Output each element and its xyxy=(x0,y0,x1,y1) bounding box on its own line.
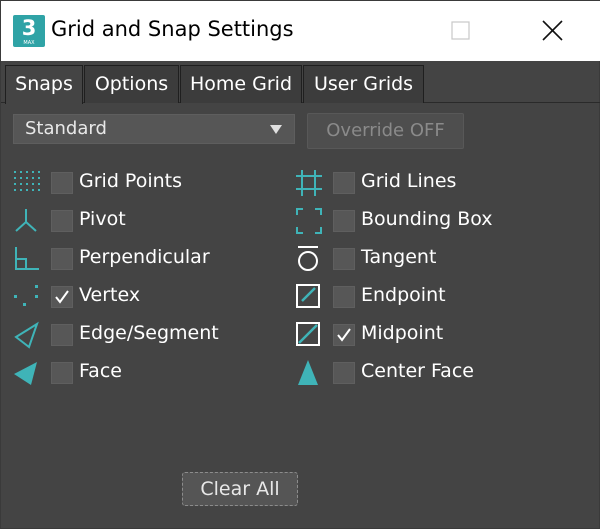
edge-segment-checkbox[interactable] xyxy=(51,324,73,346)
checkmark-icon xyxy=(55,290,69,304)
bounding-box-checkbox[interactable] xyxy=(333,210,355,232)
grid-lines-icon xyxy=(296,170,322,196)
tab-user-grids[interactable]: User Grids xyxy=(303,65,424,103)
tab-bar: Snaps Options Home Grid User Grids xyxy=(1,63,600,104)
snap-row-grid-lines[interactable]: Grid Lines xyxy=(295,169,535,201)
tab-snaps[interactable]: Snaps xyxy=(5,65,83,104)
perpendicular-icon xyxy=(15,247,39,270)
grid-lines-label: Grid Lines xyxy=(361,170,457,192)
grid-points-label: Grid Points xyxy=(79,170,182,192)
snap-row-bounding-box[interactable]: Bounding Box xyxy=(295,207,535,239)
snap-row-grid-points[interactable]: Grid Points xyxy=(13,169,273,201)
snap-row-vertex[interactable]: Vertex xyxy=(13,283,273,315)
grid-points-checkbox[interactable] xyxy=(51,172,73,194)
face-icon xyxy=(14,362,37,385)
snap-row-center-face[interactable]: Center Face xyxy=(295,359,535,391)
vertex-label: Vertex xyxy=(79,284,141,306)
center-face-checkbox[interactable] xyxy=(333,362,355,384)
endpoint-checkbox[interactable] xyxy=(333,286,355,308)
midpoint-icon xyxy=(296,322,320,346)
snap-type-dropdown[interactable]: Standard xyxy=(13,114,295,144)
grid-points-icon xyxy=(14,171,40,191)
vertex-icon xyxy=(14,285,38,306)
snap-row-midpoint[interactable]: Midpoint xyxy=(295,321,535,353)
tab-options[interactable]: Options xyxy=(84,65,179,103)
midpoint-checkbox[interactable] xyxy=(333,324,355,346)
midpoint-label: Midpoint xyxy=(361,322,444,344)
close-icon xyxy=(542,20,563,41)
face-checkbox[interactable] xyxy=(51,362,73,384)
edge-segment-label: Edge/Segment xyxy=(79,322,219,344)
pivot-checkbox[interactable] xyxy=(51,210,73,232)
perpendicular-label: Perpendicular xyxy=(79,246,210,268)
maximize-button[interactable] xyxy=(443,13,479,49)
bounding-box-icon xyxy=(296,208,322,234)
tangent-checkbox[interactable] xyxy=(333,248,355,270)
dropdown-selected-value: Standard xyxy=(25,118,107,139)
tangent-label: Tangent xyxy=(361,246,437,268)
window-title: Grid and Snap Settings xyxy=(51,17,294,41)
title-bar[interactable]: 3 MAX Grid and Snap Settings xyxy=(1,1,600,61)
face-label: Face xyxy=(79,360,122,382)
center-face-label: Center Face xyxy=(361,360,474,382)
snap-row-perpendicular[interactable]: Perpendicular xyxy=(13,245,273,277)
snap-row-edge-segment[interactable]: Edge/Segment xyxy=(13,321,273,353)
pivot-icon xyxy=(15,209,37,232)
close-button[interactable] xyxy=(535,13,571,49)
endpoint-icon xyxy=(296,284,320,308)
perpendicular-checkbox[interactable] xyxy=(51,248,73,270)
pivot-label: Pivot xyxy=(79,208,126,230)
snap-row-pivot[interactable]: Pivot xyxy=(13,207,273,239)
tab-home-grid[interactable]: Home Grid xyxy=(180,65,302,103)
bounding-box-label: Bounding Box xyxy=(361,208,493,230)
center-face-icon xyxy=(298,360,318,385)
snap-row-face[interactable]: Face xyxy=(13,359,273,391)
checkmark-icon xyxy=(337,328,351,342)
3dsmax-app-icon: 3 MAX xyxy=(13,15,45,47)
snap-row-tangent[interactable]: Tangent xyxy=(295,245,535,277)
chevron-down-icon xyxy=(270,125,282,134)
vertex-checkbox[interactable] xyxy=(51,286,73,308)
maximize-icon xyxy=(451,21,470,40)
app-icon-sub: MAX xyxy=(23,40,35,46)
snap-row-endpoint[interactable]: Endpoint xyxy=(295,283,535,315)
app-icon-number: 3 xyxy=(21,16,37,40)
grid-snap-settings-window: 3 MAX Grid and Snap Settings Snaps Optio… xyxy=(0,0,600,529)
edge-segment-icon xyxy=(14,321,39,349)
clear-all-button[interactable]: Clear All xyxy=(182,472,298,506)
tangent-icon xyxy=(298,246,318,271)
grid-lines-checkbox[interactable] xyxy=(333,172,355,194)
endpoint-label: Endpoint xyxy=(361,284,446,306)
override-button[interactable]: Override OFF xyxy=(307,113,464,149)
